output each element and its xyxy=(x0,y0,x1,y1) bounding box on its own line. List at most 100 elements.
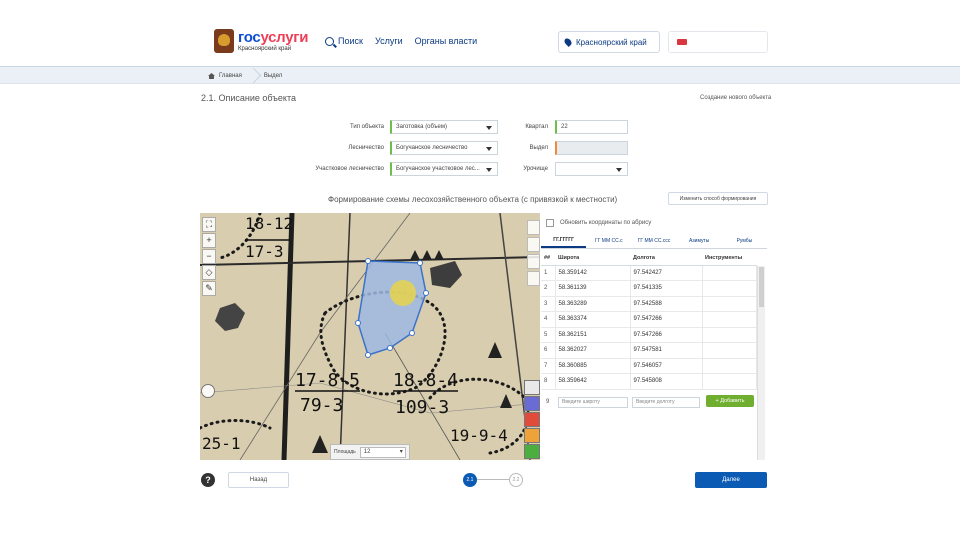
latitude-cell: 58.359642 xyxy=(555,373,631,390)
map-zoom-tools: ⛶ + − ◇ ✎ xyxy=(202,217,216,296)
back-button[interactable]: Назад xyxy=(228,472,289,488)
step-current: 2.1 xyxy=(463,473,477,487)
area-select[interactable]: 12 xyxy=(359,446,406,458)
login-button[interactable] xyxy=(668,31,768,53)
table-header-row: ## Широта Долгота Инструменты xyxy=(541,252,757,266)
map-label-25-1: 25-1 xyxy=(202,434,241,453)
zoom-in-button[interactable]: + xyxy=(202,233,216,248)
object-type-label: Тип объекта xyxy=(349,124,384,130)
gosuslugi-logo[interactable]: госуслуги Красноярский край xyxy=(214,29,310,57)
chevron-down-icon xyxy=(486,168,492,172)
region-label: Красноярский край xyxy=(576,37,647,47)
measure-tool-icon[interactable] xyxy=(527,237,540,252)
district-forestry-select[interactable]: Богучанское участковое лес... xyxy=(390,162,498,176)
longitude-cell: 97.546057 xyxy=(630,358,703,374)
tab-decimal-degrees[interactable]: ГГ.ГГГГГ xyxy=(541,234,587,248)
table-row[interactable]: 8 58.359642 97.545808 xyxy=(541,373,757,390)
table-row[interactable]: 3 58.363289 97.542588 xyxy=(541,296,757,312)
longitude-input[interactable]: Введите долготу xyxy=(632,396,700,408)
red-layer-icon[interactable] xyxy=(524,412,540,427)
help-icon[interactable]: ? xyxy=(201,473,215,487)
step-connector xyxy=(477,479,509,480)
row-number: 1 xyxy=(541,265,556,281)
tab-rhumbs[interactable]: Румбы xyxy=(722,234,767,248)
orange-layer-icon[interactable] xyxy=(524,428,540,443)
nav-authorities[interactable]: Органы власти xyxy=(415,36,478,46)
tools-cell[interactable] xyxy=(702,342,757,359)
green-layer-icon[interactable] xyxy=(524,444,540,459)
latitude-cell: 58.359142 xyxy=(555,265,631,281)
nav-services[interactable]: Услуги xyxy=(375,36,403,46)
new-object-link[interactable]: Создание нового объекта xyxy=(700,95,771,101)
scheme-title: Формирование схемы лесохозяйственного об… xyxy=(328,195,618,204)
layer-tool-icon[interactable] xyxy=(527,220,540,235)
settings-icon[interactable] xyxy=(524,380,540,395)
breadcrumb-bar: Главная Выдел xyxy=(0,66,960,84)
map-label-18-12: 18-12 xyxy=(245,214,293,233)
new-row-number: 9 xyxy=(546,399,550,405)
table-scrollbar[interactable] xyxy=(757,266,765,460)
tools-cell[interactable] xyxy=(702,280,757,297)
col-tools: Инструменты xyxy=(702,252,757,266)
refresh-coords-label: Обновить координаты по абрису xyxy=(560,220,652,226)
tab-dms-precise[interactable]: ГГ ММ СС.ссс xyxy=(631,234,676,248)
next-button[interactable]: Далее xyxy=(695,472,767,488)
tools-cell[interactable] xyxy=(702,327,757,343)
step-next: 2.2 xyxy=(509,473,523,487)
area-label: Площадь xyxy=(334,449,356,455)
latitude-cell: 58.363374 xyxy=(555,311,631,328)
forest-map[interactable]: 18-12 17-3 17-8-5 79-3 18-8-4 109-3 19-9… xyxy=(200,213,540,460)
refresh-coords-checkbox[interactable] xyxy=(546,219,554,227)
longitude-cell: 97.547581 xyxy=(630,342,703,359)
tab-dms[interactable]: ГГ ММ СС.с xyxy=(586,234,631,248)
latitude-input[interactable]: Введите широту xyxy=(558,396,628,408)
tools-cell[interactable] xyxy=(702,358,757,374)
latitude-cell: 58.362151 xyxy=(555,327,631,343)
table-row[interactable]: 4 58.363374 97.547266 xyxy=(541,311,757,328)
row-number: 6 xyxy=(541,342,556,359)
table-row[interactable]: 7 58.360885 97.546057 xyxy=(541,358,757,374)
latitude-cell: 58.360885 xyxy=(555,358,631,374)
tools-cell[interactable] xyxy=(702,265,757,281)
tract-label: Урочище xyxy=(523,166,548,172)
table-row[interactable]: 1 58.359142 97.542427 xyxy=(541,265,757,281)
row-number: 4 xyxy=(541,311,556,328)
blue-layer-icon[interactable] xyxy=(524,396,540,411)
change-mode-button[interactable]: Изменить способ формирования xyxy=(668,192,768,205)
move-tool-icon[interactable] xyxy=(527,271,540,286)
longitude-cell: 97.545808 xyxy=(630,373,703,390)
table-row[interactable]: 5 58.362151 97.547266 xyxy=(541,327,757,343)
region-emblem-icon xyxy=(214,29,234,53)
select-tool-icon[interactable] xyxy=(527,254,540,269)
forestry-select[interactable]: Богучанское лесничество xyxy=(390,141,498,155)
table-row[interactable]: 2 58.361139 97.541335 xyxy=(541,280,757,297)
region-selector[interactable]: Красноярский край xyxy=(558,31,660,53)
plot-input[interactable] xyxy=(555,141,628,155)
tract-select[interactable] xyxy=(555,162,628,176)
tools-cell[interactable] xyxy=(702,311,757,328)
latitude-cell: 58.361139 xyxy=(555,280,631,297)
map-label-109-3: 109-3 xyxy=(395,397,449,418)
zoom-out-button[interactable]: − xyxy=(202,249,216,264)
tools-cell[interactable] xyxy=(702,296,757,312)
object-type-select[interactable]: Заготовка (объем) xyxy=(390,120,498,134)
edit-icon[interactable]: ✎ xyxy=(202,281,216,296)
fullscreen-icon[interactable]: ⛶ xyxy=(202,217,216,232)
locate-icon[interactable] xyxy=(201,384,215,398)
district-forestry-value: Богучанское участковое лес... xyxy=(396,166,480,172)
quarter-input[interactable]: 22 xyxy=(555,120,628,134)
table-row[interactable]: 6 58.362027 97.547581 xyxy=(541,342,757,359)
tab-azimuths[interactable]: Азимуты xyxy=(677,234,722,248)
object-type-value: Заготовка (объем) xyxy=(396,124,447,130)
district-forestry-label: Участковое лесничество xyxy=(315,166,384,172)
col-longitude: Долгота xyxy=(630,252,702,266)
nav-search[interactable]: Поиск xyxy=(325,36,363,46)
breadcrumb-home[interactable]: Главная xyxy=(219,73,242,79)
draw-polygon-icon[interactable]: ◇ xyxy=(202,265,216,280)
row-number: 3 xyxy=(541,296,556,312)
home-icon xyxy=(208,73,215,79)
refresh-coords-row: Обновить координаты по абрису xyxy=(546,219,651,227)
tools-cell[interactable] xyxy=(702,373,757,390)
header: госуслуги Красноярский край Поиск Услуги… xyxy=(0,0,960,66)
add-coordinate-button[interactable]: + Добавить xyxy=(706,395,754,407)
